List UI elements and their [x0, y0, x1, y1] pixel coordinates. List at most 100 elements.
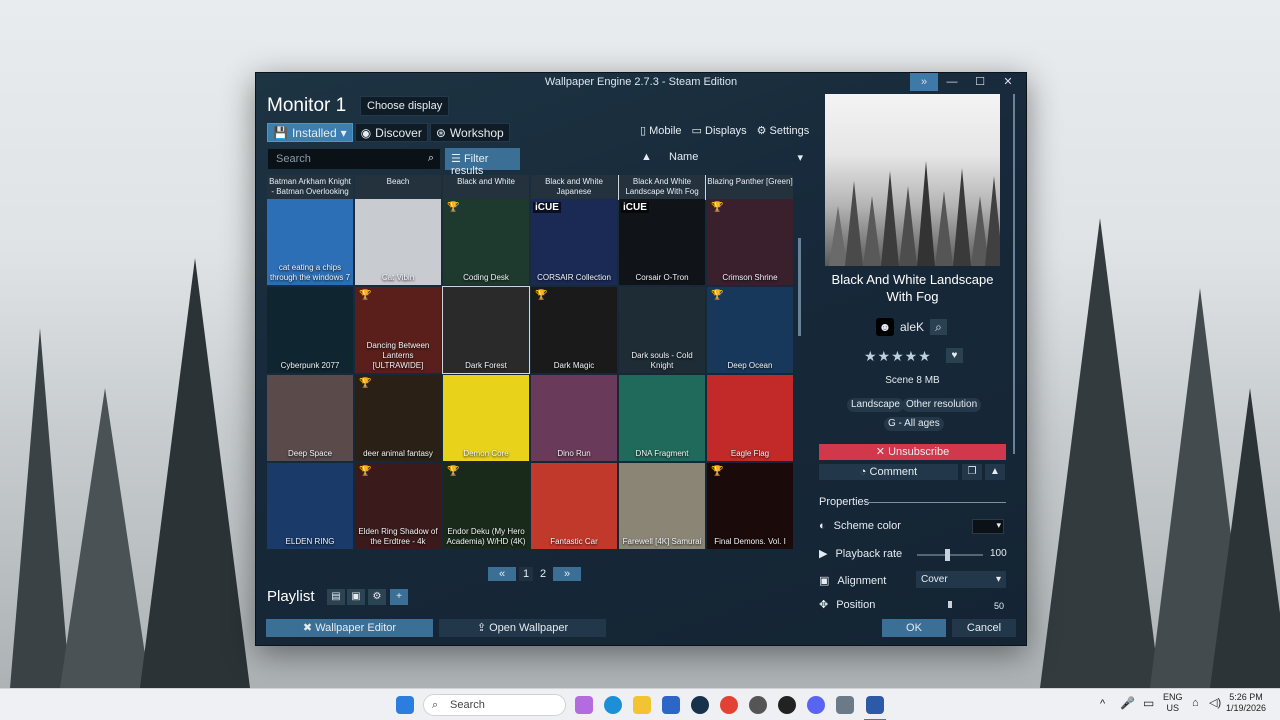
chrome-icon[interactable] [720, 696, 738, 714]
playlist-settings-icon[interactable]: ⚙ [368, 589, 386, 605]
next-page-button[interactable]: » [553, 567, 581, 581]
playback-rate-handle[interactable] [945, 549, 950, 561]
grid-scrollbar[interactable] [798, 238, 801, 336]
filter-results-button[interactable]: ☰ Filter results [445, 148, 520, 177]
tab-installed[interactable]: 💾 Installed ▾ [267, 123, 353, 142]
steam-icon[interactable] [691, 696, 709, 714]
gear-icon[interactable] [836, 696, 854, 714]
save-icon: 💾 [273, 125, 288, 140]
sort-select[interactable]: Name [669, 151, 698, 163]
minimize-button[interactable]: — [938, 73, 966, 91]
add-playlist-icon[interactable]: + [390, 589, 408, 605]
wallpaper-tile[interactable]: Dark Forest [442, 286, 530, 374]
wallpaper-tile[interactable]: 🏆 Dancing Between Lanterns [ULTRAWIDE] [355, 287, 441, 373]
wallpaper-tile[interactable]: iCUE CORSAIR Collection [531, 199, 617, 285]
wallpaper-tile[interactable]: ELDEN RING [267, 463, 353, 549]
wallpaper-tile[interactable]: Cyberpunk 2077 [267, 287, 353, 373]
file-explorer-icon[interactable] [633, 696, 651, 714]
tab-discover[interactable]: ◉ Discover [354, 123, 428, 142]
tag-landscape[interactable]: Landscape [847, 398, 904, 412]
save-icon[interactable]: ▣ [347, 589, 365, 605]
mobile-link[interactable]: ▯ Mobile [640, 124, 682, 137]
wallpaper-tile[interactable]: 🏆 deer animal fantasy [355, 375, 441, 461]
wallpaper-tile-partial[interactable]: Black And White Landscape With Fog [618, 175, 706, 200]
ok-button[interactable]: OK [882, 619, 946, 637]
wallpaper-tile[interactable]: Farewell [4K] Samurai [619, 463, 705, 549]
search-author-icon[interactable]: ⌕ [930, 319, 948, 335]
wallpaper-tile[interactable]: iCUE Corsair O-Tron [619, 199, 705, 285]
tag-age-rating[interactable]: G - All ages [884, 417, 944, 431]
wallpaper-tile[interactable]: Demon Core [443, 375, 529, 461]
settings-gear-icon[interactable] [749, 696, 767, 714]
settings-link[interactable]: ⚙ Settings [757, 124, 810, 137]
wallpaper-tile-partial[interactable]: Beach [355, 175, 441, 199]
page-1-button[interactable]: 1 [519, 567, 533, 581]
folder-icon[interactable]: ▤ [327, 589, 345, 605]
wallpaper-tile-partial[interactable]: Black and White [443, 175, 529, 199]
windows-start-icon[interactable] [396, 696, 414, 714]
wallpaper-grid-top-row: Batman Arkham Knight - Batman Overlookin… [267, 175, 797, 200]
search-icon[interactable]: ⌕ [428, 152, 434, 165]
wallpaper-tile[interactable]: 🏆 Deep Ocean [707, 287, 793, 373]
author-name[interactable]: aleK [900, 320, 924, 334]
monitor-tray-icon[interactable]: ▭ [1143, 697, 1154, 709]
choose-display-button[interactable]: Choose display [360, 96, 450, 116]
wallpaper-tile[interactable]: Dark souls - Cold Knight [619, 287, 705, 373]
copy-icon[interactable]: ❐ [962, 464, 982, 480]
wallpaper-tile[interactable]: Eagle Flag [707, 375, 793, 461]
tag-other-resolution[interactable]: Other resolution [902, 398, 982, 412]
position-handle[interactable] [948, 601, 952, 608]
volume-icon[interactable]: ◁) [1209, 698, 1221, 709]
store-icon[interactable] [662, 696, 680, 714]
wallpaper-tile[interactable]: 🏆 Final Demons. Vol. I [707, 463, 793, 549]
unsubscribe-button[interactable]: ✕ Unsubscribe [819, 444, 1006, 460]
scheme-color-picker[interactable]: ▾ [972, 519, 1004, 534]
wallpaper-tile-partial[interactable]: Black and White Japanese [531, 175, 617, 199]
wallpaper-tile[interactable]: 🏆 Crimson Shrine [707, 199, 793, 285]
app-icon[interactable] [778, 696, 796, 714]
rating-stars[interactable]: ★★★★★ [864, 348, 932, 365]
maximize-button[interactable]: ☐ [966, 73, 994, 91]
favorite-heart-icon[interactable]: ♥ [946, 348, 963, 363]
search-input[interactable]: Search ⌕ [267, 148, 441, 170]
details-scrollbar[interactable] [1013, 94, 1015, 454]
wallpaper-tile[interactable]: cat eating a chips through the windows 7 [267, 199, 353, 285]
wallpaper-tile-partial[interactable]: Blazing Panther [Green] [707, 175, 793, 199]
comment-button[interactable]: ◔ Comment [819, 464, 958, 480]
chevron-down-icon[interactable]: ▾ [797, 151, 803, 164]
wallpaper-tile[interactable]: 🏆 Endor Deku (My Hero Academia) W/HD (4K) [443, 463, 529, 549]
expand-panel-button[interactable]: » [910, 73, 938, 91]
displays-link[interactable]: ▭ Displays [692, 124, 747, 137]
wallpaper-tile[interactable]: Dino Run [531, 375, 617, 461]
alignment-select[interactable]: Cover ▾ [916, 571, 1006, 588]
page-2-button[interactable]: 2 [536, 567, 550, 581]
language-indicator[interactable]: ENG US [1163, 692, 1183, 714]
avatar[interactable]: ☻ [876, 318, 894, 336]
playback-rate-slider[interactable] [917, 554, 983, 556]
clock[interactable]: 5:26 PM 1/19/2026 [1226, 692, 1266, 714]
taskbar-search[interactable]: ⌕ Search [423, 694, 566, 716]
microphone-icon[interactable]: 🎤 [1120, 697, 1135, 709]
wallpaper-tile[interactable]: DNA Fragment [619, 375, 705, 461]
sort-ascending-icon[interactable]: ▲ [641, 151, 652, 163]
warning-icon[interactable]: ▲ [985, 464, 1005, 480]
wallpaper-editor-button[interactable]: ✖ Wallpaper Editor [266, 619, 433, 637]
open-wallpaper-button[interactable]: ⇪ Open Wallpaper [439, 619, 606, 637]
network-icon[interactable]: ⌂ [1192, 698, 1199, 709]
copilot-icon[interactable] [575, 696, 593, 714]
wallpaper-tile-partial[interactable]: Batman Arkham Knight - Batman Overlookin… [267, 175, 353, 199]
discord-icon[interactable] [807, 696, 825, 714]
wallpaper-engine-icon[interactable] [866, 696, 884, 714]
close-button[interactable]: ✕ [994, 73, 1022, 91]
wallpaper-tile[interactable]: Fantastic Car [531, 463, 617, 549]
wallpaper-tile[interactable]: 🏆 Elden Ring Shadow of the Erdtree - 4k [355, 463, 441, 549]
wallpaper-tile[interactable]: 🏆 Dark Magic [531, 287, 617, 373]
wallpaper-tile[interactable]: 🏆 Coding Desk [443, 199, 529, 285]
prev-page-button[interactable]: « [488, 567, 516, 581]
cancel-button[interactable]: Cancel [952, 619, 1016, 637]
edge-icon[interactable] [604, 696, 622, 714]
tab-workshop[interactable]: ⊛ Workshop [429, 123, 510, 142]
wallpaper-tile[interactable]: Cat Vibin [355, 199, 441, 285]
wallpaper-tile[interactable]: Deep Space [267, 375, 353, 461]
chevron-up-icon[interactable]: ^ [1100, 699, 1105, 710]
